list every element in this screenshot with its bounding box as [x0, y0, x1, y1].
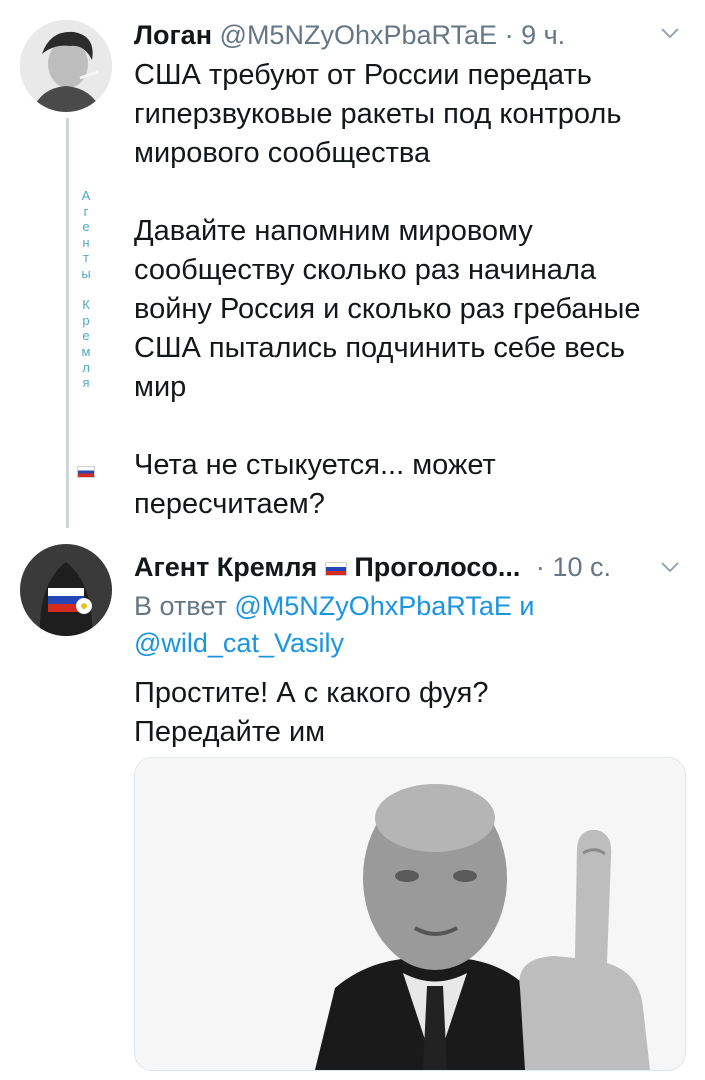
avatar-image [20, 544, 112, 636]
display-name[interactable]: Логан [134, 20, 212, 50]
tweet-line: Простите! А с какого фуя? [134, 677, 489, 709]
tweet-original[interactable]: А г е н т ы К р е м л я Логан @M5NZyOhxP… [0, 0, 705, 530]
tweet-time[interactable]: 10 с. [552, 552, 611, 582]
chevron-down-icon[interactable] [660, 554, 680, 580]
reply-context: В ответ @M5NZyOhxPbaRTaE и @wild_cat_Vas… [134, 588, 674, 662]
display-name-suffix[interactable]: Проголосо... [354, 552, 520, 582]
vertical-caption: А г е н т ы К р е м л я [78, 188, 94, 391]
caption-letter: р [82, 312, 90, 328]
tweet-paragraph: США требуют от России передать гиперзвук… [134, 59, 622, 169]
caption-letter: е [82, 328, 90, 344]
tweet-paragraph: Чета не стыкуется... может пересчитаем? [134, 449, 496, 520]
tweet-paragraph: Давайте напомним мировому сообществу ско… [134, 215, 641, 403]
caption-letter: л [82, 359, 90, 375]
tweet-header: Агент Кремля Проголосо... · 10 с. [134, 552, 611, 583]
tweet-header: Логан @M5NZyOhxPbaRTaE · 9 ч. [134, 20, 565, 51]
caption-letter: т [83, 250, 89, 266]
avatar-image [20, 20, 112, 112]
caption-letter: г [83, 203, 89, 219]
photo-icon [135, 758, 685, 1070]
caption-space [78, 282, 94, 298]
user-avatar-logan[interactable] [20, 20, 112, 112]
reply-and: и [519, 591, 535, 621]
chevron-down-icon[interactable] [660, 20, 680, 46]
caption-letter: я [82, 375, 90, 391]
caption-letter: К [82, 297, 90, 313]
mention-link[interactable]: @wild_cat_Vasily [134, 628, 344, 658]
caption-letter: м [81, 343, 91, 359]
caption-letter: е [82, 219, 90, 235]
tweet-line: Передайте им [134, 716, 326, 748]
russia-flag-icon [324, 561, 347, 576]
display-name[interactable]: Агент Кремля [134, 552, 317, 582]
caption-letter: н [82, 234, 90, 250]
caption-letter: А [81, 188, 91, 203]
separator-dot: · [535, 552, 545, 582]
thread-line [66, 118, 69, 528]
tweet-time[interactable]: 9 ч. [521, 20, 565, 50]
user-avatar-agent[interactable] [20, 544, 112, 636]
separator-dot: · [504, 20, 514, 50]
russia-flag-icon [77, 466, 95, 478]
tweet-text: Простите! А с какого фуя? Передайте им [134, 674, 674, 752]
tweet-text: США требуют от России передать гиперзвук… [134, 56, 674, 524]
user-handle[interactable]: @M5NZyOhxPbaRTaE [220, 20, 498, 50]
reply-prefix: В ответ [134, 591, 227, 621]
mention-link[interactable]: @M5NZyOhxPbaRTaE [234, 591, 512, 621]
tweet-media-photo[interactable] [134, 757, 686, 1071]
caption-letter: ы [81, 265, 91, 281]
